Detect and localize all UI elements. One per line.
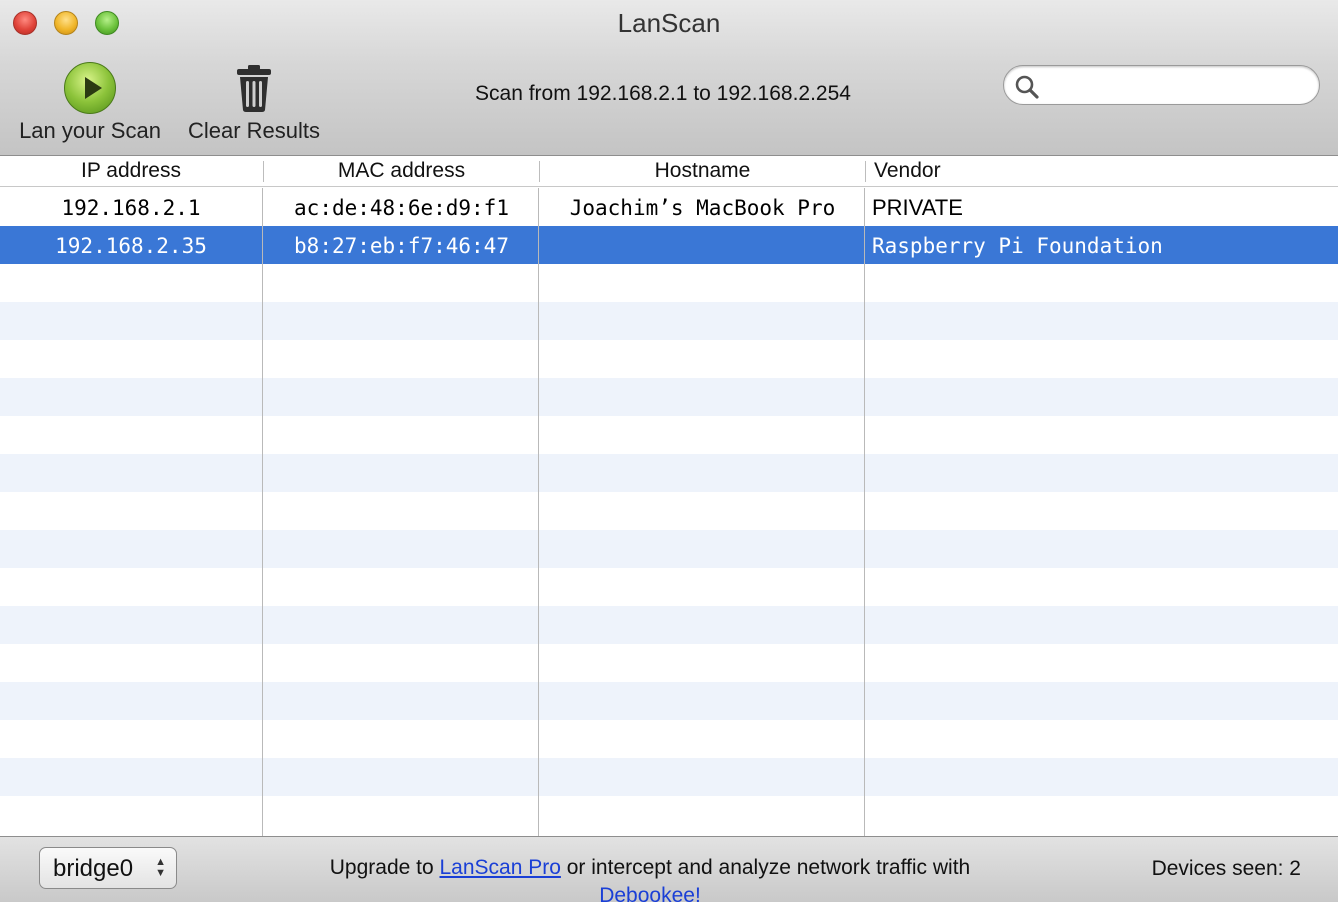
- search-icon: [1015, 75, 1039, 99]
- window-title: LanScan: [617, 8, 721, 38]
- vendor-cell: PRIVATE: [872, 195, 963, 220]
- debookee-link[interactable]: Debookee!: [599, 884, 701, 902]
- empty-row: [0, 492, 1338, 530]
- status-bar: bridge0 ▲ ▼ Upgrade to LanScan Pro or int…: [0, 836, 1338, 902]
- scan-button[interactable]: Lan your Scan: [14, 62, 166, 144]
- column-header-ip[interactable]: IP address: [0, 156, 262, 186]
- empty-row: [0, 682, 1338, 720]
- clear-results-label: Clear Results: [187, 118, 321, 143]
- column-gridline: [538, 188, 539, 836]
- empty-row: [0, 264, 1338, 302]
- ip-cell: 192.168.2.35: [55, 234, 207, 258]
- empty-row: [0, 416, 1338, 454]
- window-chrome: LanScan Lan your Scan Clear Results Scan…: [0, 0, 1338, 156]
- search-input[interactable]: [1048, 73, 1312, 99]
- promo-middle: or intercept and analyze network traffic…: [560, 856, 971, 879]
- clear-results-button[interactable]: Clear Results: [182, 62, 326, 144]
- devices-seen-count: Devices seen: 2: [1151, 857, 1301, 880]
- ip-cell: 192.168.2.1: [61, 196, 201, 220]
- hostname-cell: Joachim’s MacBook Pro: [569, 196, 836, 220]
- promo-prefix: Upgrade to: [329, 856, 440, 879]
- column-header-mac[interactable]: MAC address: [264, 156, 539, 186]
- empty-row: [0, 720, 1338, 758]
- column-divider[interactable]: [865, 161, 866, 182]
- hostname-cell: [540, 226, 865, 264]
- empty-row: [0, 454, 1338, 492]
- search-field[interactable]: [1003, 65, 1320, 105]
- empty-row: [0, 530, 1338, 568]
- updown-arrows-icon: ▲ ▼: [155, 856, 166, 879]
- mac-cell: b8:27:eb:f7:46:47: [294, 234, 509, 258]
- table-header: IP address MAC address Hostname Vendor: [0, 156, 1338, 187]
- device-table[interactable]: 192.168.2.1 ac:de:48:6e:d9:f1 Joachim’s …: [0, 188, 1338, 836]
- interface-value: bridge0: [53, 855, 134, 882]
- vendor-cell: Raspberry Pi Foundation: [872, 234, 1163, 258]
- column-header-vendor[interactable]: Vendor: [874, 156, 1324, 186]
- lanscan-pro-link[interactable]: LanScan Pro: [440, 856, 561, 879]
- table-row[interactable]: 192.168.2.1 ac:de:48:6e:d9:f1 Joachim’s …: [0, 188, 1338, 226]
- empty-row: [0, 644, 1338, 682]
- upgrade-promo: Upgrade to LanScan Pro or intercept and …: [270, 854, 1030, 902]
- column-gridline: [864, 188, 865, 836]
- mac-cell: ac:de:48:6e:d9:f1: [294, 196, 509, 220]
- interface-popup[interactable]: bridge0 ▲ ▼: [39, 847, 177, 889]
- empty-row: [0, 302, 1338, 340]
- table-row-selected[interactable]: 192.168.2.35 b8:27:eb:f7:46:47 Raspberry…: [0, 226, 1338, 264]
- play-icon: [64, 62, 116, 114]
- column-header-hostname[interactable]: Hostname: [540, 156, 865, 186]
- empty-row: [0, 606, 1338, 644]
- empty-row: [0, 796, 1338, 834]
- empty-row: [0, 758, 1338, 796]
- column-gridline: [262, 188, 263, 836]
- empty-row: [0, 568, 1338, 606]
- empty-row: [0, 378, 1338, 416]
- empty-row: [0, 340, 1338, 378]
- scan-range-text: Scan from 192.168.2.1 to 192.168.2.254: [475, 82, 851, 105]
- scan-button-label: Lan your Scan: [19, 118, 161, 143]
- trash-icon: [228, 62, 280, 114]
